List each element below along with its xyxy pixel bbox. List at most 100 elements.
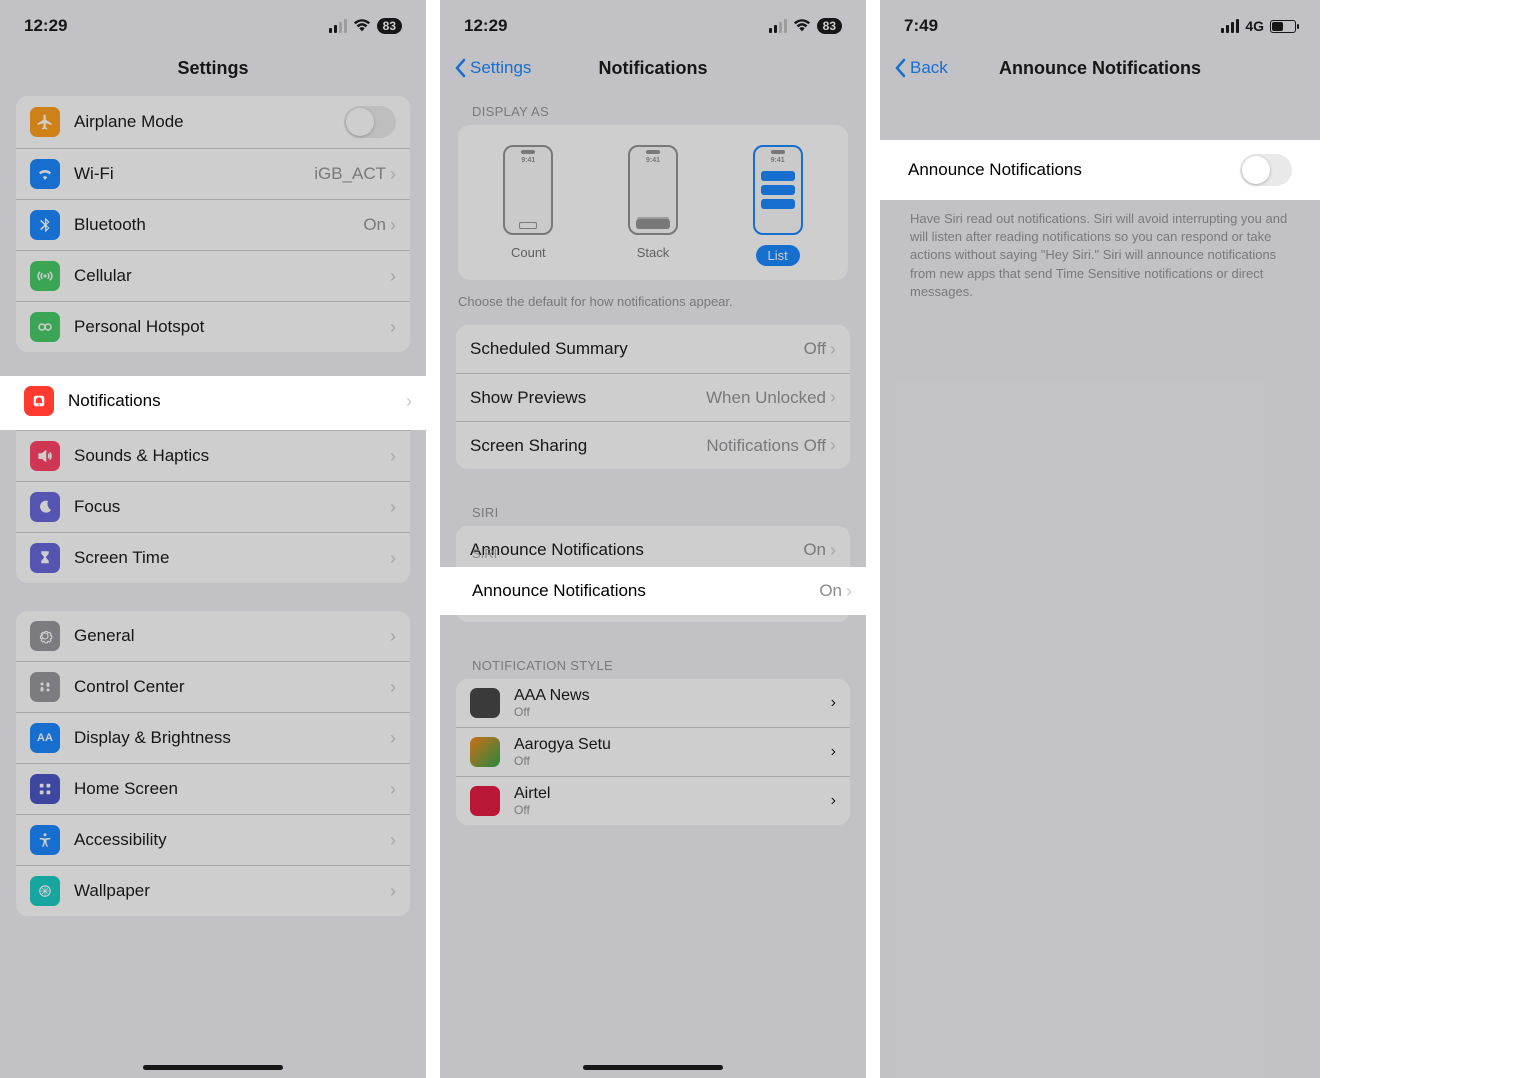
status-bar: 12:29 83	[440, 0, 866, 46]
highlight-notifications: Notifications ›	[0, 376, 426, 430]
row-wifi[interactable]: Wi-Fi iGB_ACT ›	[16, 148, 410, 199]
status-bar: 7:49 4G	[880, 0, 1320, 46]
airplane-toggle[interactable]	[344, 106, 396, 138]
controlcenter-icon	[30, 672, 60, 702]
group-connectivity: Airplane Mode Wi-Fi iGB_ACT › Bluetooth …	[16, 96, 410, 352]
display-footer-text: Choose the default for how notifications…	[440, 280, 866, 309]
header-siri-highlight: SIRI	[440, 536, 866, 567]
panel-settings: 12:29 83 Settings Airplane Mode Wi-Fi iG…	[0, 0, 440, 1078]
app-icon	[470, 737, 500, 767]
app-row[interactable]: Aarogya SetuOff›	[456, 727, 850, 776]
chevron-right-icon: ›	[830, 339, 836, 360]
wifi-icon	[353, 19, 371, 33]
row-sounds[interactable]: Sounds & Haptics ›	[16, 430, 410, 481]
sounds-icon	[30, 441, 60, 471]
home-indicator[interactable]	[143, 1065, 283, 1070]
home-indicator[interactable]	[583, 1065, 723, 1070]
display-icon: AA	[30, 723, 60, 753]
app-row[interactable]: AirtelOff›	[456, 776, 850, 825]
display-option-stack[interactable]: 9:41Stack	[628, 145, 678, 266]
row-wallpaper[interactable]: Wallpaper ›	[16, 865, 410, 916]
accessibility-icon	[30, 825, 60, 855]
display-option-count[interactable]: 9:41Count	[503, 145, 553, 266]
chevron-right-icon: ›	[390, 164, 396, 185]
cellular-signal-icon	[329, 19, 347, 33]
chevron-right-icon: ›	[390, 317, 396, 338]
airplane-icon	[30, 107, 60, 137]
nav-bar: Settings Notifications	[440, 46, 866, 90]
status-time: 12:29	[464, 16, 507, 36]
row-previews[interactable]: Show PreviewsWhen Unlocked›	[456, 373, 850, 421]
cellular-signal-icon	[1221, 19, 1239, 33]
row-bluetooth[interactable]: Bluetooth On ›	[16, 199, 410, 250]
row-focus[interactable]: Focus ›	[16, 481, 410, 532]
wallpaper-icon	[30, 876, 60, 906]
app-icon	[470, 688, 500, 718]
row-hotspot[interactable]: Personal Hotspot ›	[16, 301, 410, 352]
chevron-right-icon: ›	[390, 881, 396, 902]
chevron-right-icon: ›	[830, 387, 836, 408]
row-announce-highlight[interactable]: Announce Notifications On ›	[440, 567, 866, 615]
chevron-right-icon: ›	[390, 497, 396, 518]
chevron-right-icon: ›	[846, 581, 852, 602]
chevron-right-icon: ›	[390, 779, 396, 800]
highlight-announce: SIRI Announce Notifications On ›	[440, 536, 866, 615]
app-row[interactable]: AAA NewsOff›	[456, 679, 850, 727]
back-button[interactable]: Back	[894, 46, 948, 90]
header-style: NOTIFICATION STYLE	[440, 650, 866, 679]
page-title: Notifications	[598, 58, 707, 79]
chevron-left-icon	[894, 58, 906, 78]
panel-announce: 7:49 4G Back Announce Notifications Anno…	[880, 0, 1320, 1078]
battery-level: 83	[817, 18, 842, 34]
row-screentime[interactable]: Screen Time ›	[16, 532, 410, 583]
homescreen-icon	[30, 774, 60, 804]
header-displayas: DISPLAY AS	[440, 96, 866, 125]
row-notifications-highlight[interactable]: Notifications ›	[0, 376, 426, 426]
group-display-settings: Scheduled SummaryOff› Show PreviewsWhen …	[456, 325, 850, 469]
chevron-right-icon: ›	[390, 215, 396, 236]
cellular-icon	[30, 261, 60, 291]
gear-icon	[30, 621, 60, 651]
bluetooth-icon	[30, 210, 60, 240]
chevron-right-icon: ›	[390, 266, 396, 287]
screentime-icon	[30, 543, 60, 573]
hotspot-icon	[30, 312, 60, 342]
focus-icon	[30, 492, 60, 522]
wifi-icon	[793, 19, 811, 33]
chevron-left-icon	[454, 58, 466, 78]
chevron-right-icon: ›	[831, 743, 836, 761]
announce-toggle-highlight[interactable]	[1240, 154, 1292, 186]
status-time: 7:49	[904, 16, 938, 36]
status-time: 12:29	[24, 16, 67, 36]
display-as-selector: 9:41Count 9:41Stack 9:41List	[458, 125, 848, 280]
row-cellular[interactable]: Cellular ›	[16, 250, 410, 301]
row-screenshare[interactable]: Screen SharingNotifications Off›	[456, 421, 850, 469]
row-summary[interactable]: Scheduled SummaryOff›	[456, 325, 850, 373]
back-button[interactable]: Settings	[454, 46, 531, 90]
cellular-signal-icon	[769, 19, 787, 33]
chevron-right-icon: ›	[390, 677, 396, 698]
row-homescreen[interactable]: Home Screen ›	[16, 763, 410, 814]
network-type: 4G	[1245, 18, 1264, 34]
chevron-right-icon: ›	[406, 391, 412, 412]
chevron-right-icon: ›	[831, 792, 836, 810]
group-general: General › Control Center › AA Display & …	[16, 611, 410, 916]
page-title: Settings	[177, 58, 248, 79]
highlight-announce-toggle: Announce Notifications	[880, 140, 1320, 200]
page-title: Announce Notifications	[999, 58, 1201, 79]
nav-bar: Settings	[0, 46, 426, 90]
group-apps: AAA NewsOff› Aarogya SetuOff› AirtelOff›	[456, 679, 850, 825]
chevron-right-icon: ›	[390, 446, 396, 467]
row-general[interactable]: General ›	[16, 611, 410, 661]
display-option-list[interactable]: 9:41List	[753, 145, 803, 266]
nav-bar: Back Announce Notifications	[880, 46, 1320, 90]
app-icon	[470, 786, 500, 816]
row-accessibility[interactable]: Accessibility ›	[16, 814, 410, 865]
chevron-right-icon: ›	[390, 728, 396, 749]
chevron-right-icon: ›	[390, 830, 396, 851]
row-airplane[interactable]: Airplane Mode	[16, 96, 410, 148]
chevron-right-icon: ›	[831, 694, 836, 712]
row-display[interactable]: AA Display & Brightness ›	[16, 712, 410, 763]
chevron-right-icon: ›	[390, 548, 396, 569]
row-controlcenter[interactable]: Control Center ›	[16, 661, 410, 712]
